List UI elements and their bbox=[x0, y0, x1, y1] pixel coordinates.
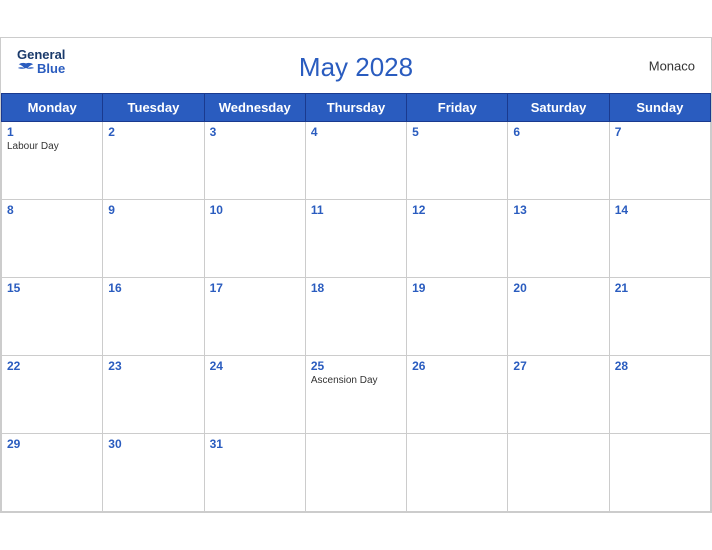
day-cell bbox=[508, 434, 609, 512]
day-cell: 26 bbox=[407, 356, 508, 434]
weekday-header-row: Monday Tuesday Wednesday Thursday Friday… bbox=[2, 94, 711, 122]
day-cell: 4 bbox=[305, 122, 406, 200]
calendar-body: 1Labour Day23456789101112131415161718192… bbox=[2, 122, 711, 512]
logo-general-text: General bbox=[17, 48, 65, 61]
day-cell: 29 bbox=[2, 434, 103, 512]
logo-bird-icon bbox=[17, 61, 35, 75]
day-cell: 17 bbox=[204, 278, 305, 356]
day-number: 3 bbox=[210, 125, 300, 139]
header-tuesday: Tuesday bbox=[103, 94, 204, 122]
day-cell: 9 bbox=[103, 200, 204, 278]
day-cell: 11 bbox=[305, 200, 406, 278]
day-number: 30 bbox=[108, 437, 198, 451]
header-monday: Monday bbox=[2, 94, 103, 122]
day-cell: 3 bbox=[204, 122, 305, 200]
header-friday: Friday bbox=[407, 94, 508, 122]
day-number: 28 bbox=[615, 359, 705, 373]
day-cell: 21 bbox=[609, 278, 710, 356]
day-cell: 15 bbox=[2, 278, 103, 356]
day-cell: 5 bbox=[407, 122, 508, 200]
day-cell: 16 bbox=[103, 278, 204, 356]
day-number: 22 bbox=[7, 359, 97, 373]
day-cell: 7 bbox=[609, 122, 710, 200]
header-sunday: Sunday bbox=[609, 94, 710, 122]
week-row-4: 22 23 24 25 Ascension Day 26 27 28 bbox=[2, 356, 711, 434]
day-number: 11 bbox=[311, 203, 401, 217]
day-cell: 13 bbox=[508, 200, 609, 278]
day-cell: 31 bbox=[204, 434, 305, 512]
day-cell: 12 bbox=[407, 200, 508, 278]
calendar: General Blue May 2028 Monaco Monday Tues… bbox=[0, 37, 712, 513]
logo: General Blue bbox=[17, 48, 65, 75]
day-cell: 10 bbox=[204, 200, 305, 278]
day-number: 2 bbox=[108, 125, 198, 139]
day-cell: 8 bbox=[2, 200, 103, 278]
day-number: 10 bbox=[210, 203, 300, 217]
day-cell: 30 bbox=[103, 434, 204, 512]
calendar-header: General Blue May 2028 Monaco bbox=[1, 38, 711, 93]
day-number: 26 bbox=[412, 359, 502, 373]
calendar-grid: Monday Tuesday Wednesday Thursday Friday… bbox=[1, 93, 711, 512]
day-number: 25 bbox=[311, 359, 401, 373]
day-number: 13 bbox=[513, 203, 603, 217]
day-number: 20 bbox=[513, 281, 603, 295]
day-cell: 2 bbox=[103, 122, 204, 200]
header-thursday: Thursday bbox=[305, 94, 406, 122]
day-number: 5 bbox=[412, 125, 502, 139]
calendar-title: May 2028 bbox=[299, 52, 413, 83]
holiday-name: Labour Day bbox=[7, 141, 97, 152]
day-number: 9 bbox=[108, 203, 198, 217]
day-number: 4 bbox=[311, 125, 401, 139]
day-cell: 6 bbox=[508, 122, 609, 200]
day-number: 1 bbox=[7, 125, 97, 139]
day-cell: 20 bbox=[508, 278, 609, 356]
day-cell: 23 bbox=[103, 356, 204, 434]
day-number: 7 bbox=[615, 125, 705, 139]
week-row-2: 89 10 11 12 13 14 bbox=[2, 200, 711, 278]
header-wednesday: Wednesday bbox=[204, 94, 305, 122]
day-number: 31 bbox=[210, 437, 300, 451]
day-number: 27 bbox=[513, 359, 603, 373]
week-row-5: 29 30 31 bbox=[2, 434, 711, 512]
day-number: 15 bbox=[7, 281, 97, 295]
day-number: 29 bbox=[7, 437, 97, 451]
header-saturday: Saturday bbox=[508, 94, 609, 122]
day-number: 8 bbox=[7, 203, 97, 217]
day-cell: 24 bbox=[204, 356, 305, 434]
day-cell: 14 bbox=[609, 200, 710, 278]
day-cell: 1 Labour Day bbox=[2, 122, 103, 200]
day-cell: 25 Ascension Day bbox=[305, 356, 406, 434]
day-cell: 28 bbox=[609, 356, 710, 434]
day-cell: 18 bbox=[305, 278, 406, 356]
holiday-name: Ascension Day bbox=[311, 375, 401, 386]
week-row-1: 1 Labour Day 234567 bbox=[2, 122, 711, 200]
day-cell: 22 bbox=[2, 356, 103, 434]
day-number: 12 bbox=[412, 203, 502, 217]
day-cell: 27 bbox=[508, 356, 609, 434]
day-cell bbox=[407, 434, 508, 512]
region-label: Monaco bbox=[649, 58, 695, 73]
day-number: 23 bbox=[108, 359, 198, 373]
week-row-3: 15 16 17 18 19 20 21 bbox=[2, 278, 711, 356]
day-number: 19 bbox=[412, 281, 502, 295]
day-number: 17 bbox=[210, 281, 300, 295]
day-number: 14 bbox=[615, 203, 705, 217]
day-number: 24 bbox=[210, 359, 300, 373]
day-number: 16 bbox=[108, 281, 198, 295]
day-number: 6 bbox=[513, 125, 603, 139]
day-cell bbox=[305, 434, 406, 512]
day-number: 21 bbox=[615, 281, 705, 295]
day-cell bbox=[609, 434, 710, 512]
day-number: 18 bbox=[311, 281, 401, 295]
logo-blue-text: Blue bbox=[17, 61, 65, 75]
day-cell: 19 bbox=[407, 278, 508, 356]
